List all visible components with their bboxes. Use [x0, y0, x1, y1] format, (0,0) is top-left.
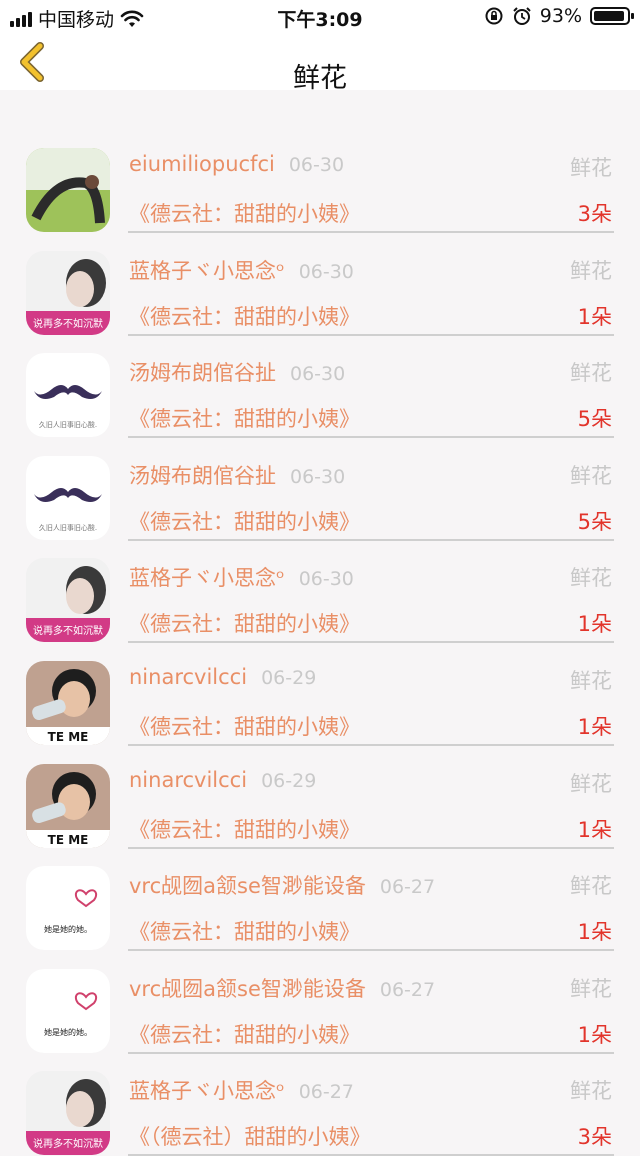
flower-count: 1朵 [577, 1022, 612, 1047]
gift-type-label: 鲜花 [570, 669, 612, 693]
rotation-lock-icon [485, 7, 503, 25]
list-item[interactable]: 久旧人旧事旧心酸. 汤姆布朗倌谷扯 06-30 鲜花 《德云社：甜甜的小姨》 5朵 [0, 335, 640, 439]
work-title-link[interactable]: 《德云社：甜甜的小姨》 [129, 711, 360, 741]
gift-record-list[interactable]: 《德云社：甜甜的小姨》 3朵 eiumiliopucfci06-30 鲜花 《德… [0, 0, 640, 1156]
sender-name[interactable]: 蓝格子ヾ小思念ᵒ 06-30 [129, 562, 354, 592]
work-title-link[interactable]: 《德云社：甜甜的小姨》 [129, 506, 360, 536]
avatar[interactable]: TE ME [26, 661, 110, 745]
sender-name[interactable]: ninarcvilcci 06-29 [129, 768, 316, 792]
avatar-caption: 她是她的她。 [44, 924, 92, 934]
gift-date: 06-30 [298, 568, 354, 591]
list-item[interactable]: TE ME ninarcvilcci 06-29 鲜花 《德云社：甜甜的小姨》 1… [0, 746, 640, 849]
avatar[interactable]: 说再多不如沉默 [26, 250, 110, 335]
gift-date: 06-27 [379, 978, 436, 1001]
flower-count: 3朵 [577, 1125, 612, 1150]
gift-type-label: 鲜花 [570, 361, 612, 386]
flower-count: 1朵 [577, 715, 612, 739]
avatar[interactable]: 久旧人旧事旧心酸. [26, 455, 110, 540]
gift-type-label: 鲜花 [570, 258, 612, 283]
alarm-icon [513, 7, 531, 25]
avatar[interactable]: 久旧人旧事旧心酸. [26, 353, 110, 438]
gift-date: 06-30 [290, 363, 346, 386]
avatar-caption: TE ME [48, 730, 89, 744]
gift-type-label: 鲜花 [570, 463, 612, 488]
avatar[interactable]: 说再多不如沉默 [26, 558, 110, 643]
flower-count: 5朵 [577, 509, 612, 534]
flower-count: 1朵 [577, 304, 612, 329]
nav-bar: 鲜花 [0, 34, 640, 94]
flower-count: 1朵 [577, 920, 612, 945]
battery-icon [590, 7, 634, 25]
battery-percent: 93% [539, 5, 582, 27]
gift-date: 06-29 [261, 667, 317, 689]
avatar[interactable]: 她是她的她。 [26, 968, 110, 1053]
avatar-caption: 久旧人旧事旧心酸. [39, 523, 97, 532]
work-title-link[interactable]: 《德云社：甜甜的小姨》 [129, 301, 360, 331]
list-item[interactable]: 久旧人旧事旧心酸. 汤姆布朗倌谷扯 06-30 鲜花 《德云社：甜甜的小姨》 5朵 [0, 438, 640, 541]
list-item[interactable]: 她是她的她。 vrc觇囫a颔se智渺能设备 06-27 鲜花 《德云社：甜甜的小姨… [0, 951, 640, 1054]
work-title-link[interactable]: 《德云社：甜甜的小姨》 [129, 608, 360, 638]
flower-count: 1朵 [577, 817, 612, 842]
gift-type-label: 鲜花 [570, 771, 612, 796]
avatar-caption: 说再多不如沉默 [33, 624, 103, 637]
gift-date: 06-29 [261, 769, 317, 792]
gift-date: 06-30 [288, 154, 345, 176]
flower-count: 1朵 [577, 612, 612, 637]
page-title: 鲜花 [293, 63, 347, 94]
list-item[interactable]: TE ME ninarcvilcci 06-29 鲜花 《德云社：甜甜的小姨》 1… [0, 643, 640, 746]
list-item[interactable]: eiumiliopucfci 06-30 鲜花 《德云社：甜甜的小姨》 3朵 [0, 130, 640, 233]
sender-name[interactable]: ninarcvilcci 06-29 [129, 665, 316, 689]
avatar[interactable]: 说再多不如沉默 [26, 1071, 110, 1156]
flower-count: 5朵 [577, 407, 612, 432]
list-item[interactable]: 说再多不如沉默 蓝格子ヾ小思念ᵒ 06-27 鲜花 《（德云社）甜甜的小姨》 3朵 [0, 1053, 640, 1156]
sender-name[interactable]: 汤姆布朗倌谷扯 06-30 [129, 357, 345, 387]
avatar[interactable] [26, 148, 110, 232]
gift-date: 06-27 [379, 876, 436, 899]
work-title-link[interactable]: 《德云社：甜甜的小姨》 [129, 1019, 360, 1049]
avatar-caption: 说再多不如沉默 [33, 1137, 103, 1150]
avatar[interactable]: 她是她的她。 [26, 866, 110, 951]
work-title-link[interactable]: 《德云社：甜甜的小姨》 [129, 916, 360, 946]
avatar-caption: 说再多不如沉默 [33, 317, 103, 330]
work-title-link[interactable]: 《德云社：甜甜的小姨》 [129, 814, 360, 844]
gift-type-label: 鲜花 [570, 156, 612, 180]
gift-date: 06-27 [298, 1081, 354, 1104]
sender-name[interactable]: 蓝格子ヾ小思念ᵒ 06-30 [129, 255, 354, 285]
gift-date: 06-30 [290, 465, 346, 488]
sender-name[interactable]: vrc觇囫a颔se智渺能设备 06-27 [129, 973, 435, 1003]
work-title-link[interactable]: 《（德云社）甜甜的小姨》 [129, 1121, 371, 1151]
sender-name[interactable]: eiumiliopucfci 06-30 [129, 152, 344, 176]
status-bar: 中国移动 下午3:09 93% [0, 0, 640, 34]
work-title-link[interactable]: 《德云社：甜甜的小姨》 [129, 198, 360, 228]
list-item[interactable]: 说再多不如沉默 蓝格子ヾ小思念ᵒ 06-30 鲜花 《德云社：甜甜的小姨》 1朵 [0, 233, 640, 336]
avatar-caption: TE ME [48, 833, 89, 847]
work-title-link[interactable]: 《德云社：甜甜的小姨》 [129, 403, 360, 433]
list-item[interactable]: 说再多不如沉默 蓝格子ヾ小思念ᵒ 06-30 鲜花 《德云社：甜甜的小姨》 1朵 [0, 540, 640, 644]
sender-name[interactable]: 汤姆布朗倌谷扯 06-30 [129, 460, 345, 490]
avatar[interactable]: TE ME [26, 763, 110, 848]
gift-type-label: 鲜花 [570, 874, 612, 899]
gift-type-label: 鲜花 [570, 566, 612, 591]
gift-date: 06-30 [298, 260, 354, 283]
avatar-caption: 她是她的她。 [44, 1027, 92, 1037]
sender-name[interactable]: 蓝格子ヾ小思念ᵒ 06-27 [129, 1075, 354, 1105]
sender-name[interactable]: vrc觇囫a颔se智渺能设备 06-27 [129, 870, 435, 900]
gift-type-label: 鲜花 [570, 1079, 612, 1104]
avatar-caption: 久旧人旧事旧心酸. [39, 420, 97, 429]
list-item[interactable]: 她是她的她。 vrc觇囫a颔se智渺能设备 06-27 鲜花 《德云社：甜甜的小姨… [0, 848, 640, 952]
flower-count: 3朵 [577, 202, 612, 226]
gift-type-label: 鲜花 [570, 976, 612, 1001]
